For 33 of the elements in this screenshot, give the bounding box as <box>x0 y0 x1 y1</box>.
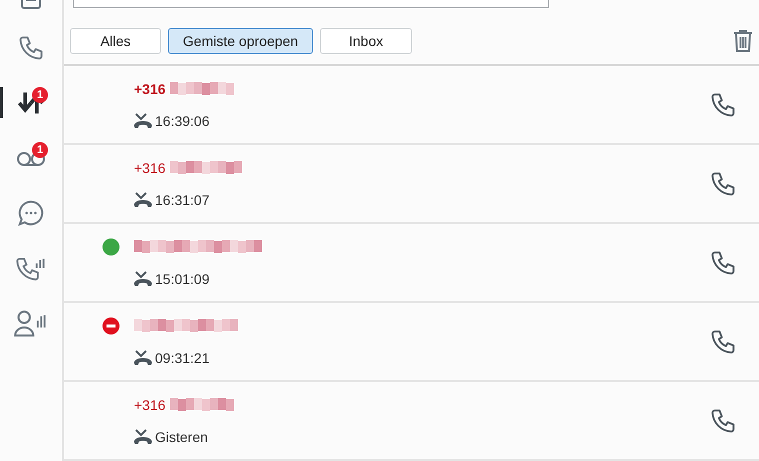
notification-badge: 1 <box>32 87 48 103</box>
caller-number: +316 <box>134 396 166 412</box>
missed-call-icon <box>133 270 153 288</box>
call-button[interactable] <box>709 90 737 118</box>
call-button[interactable] <box>709 406 737 434</box>
call-time: 16:39:06 <box>155 112 210 128</box>
notification-badge: 1 <box>32 142 48 158</box>
call-time: Gisteren <box>155 428 208 444</box>
missed-call-icon <box>133 112 153 130</box>
sidebar-tab[interactable]: 1 <box>0 75 62 130</box>
call-time: 15:01:09 <box>155 270 210 286</box>
missed-call-icon <box>133 190 153 208</box>
call-button[interactable] <box>709 248 737 276</box>
call-button[interactable] <box>709 328 737 356</box>
caller-number: +316 <box>134 160 166 176</box>
sidebar-tab[interactable]: 1 <box>0 130 62 185</box>
redacted-text-drawing <box>170 82 234 96</box>
call-time: 09:31:21 <box>155 350 210 366</box>
busy-status-icon <box>102 316 120 334</box>
filter-tab[interactable]: Gemiste oproepen <box>168 28 313 54</box>
caller-number: +316 <box>134 80 166 96</box>
filter-tab[interactable]: Inbox <box>320 28 412 54</box>
missed-call-icon <box>133 428 153 446</box>
call-button[interactable] <box>709 170 737 198</box>
redacted-text-drawing <box>170 398 234 412</box>
available-status-icon <box>102 238 120 256</box>
filter-tab[interactable]: Alles <box>70 28 161 54</box>
missed-call-icon <box>133 348 153 366</box>
call-time: 16:31:07 <box>155 192 210 208</box>
phone-icon <box>17 34 45 62</box>
trash-icon[interactable] <box>733 29 753 53</box>
box-icon <box>19 0 43 12</box>
person-signal-icon <box>14 308 48 336</box>
